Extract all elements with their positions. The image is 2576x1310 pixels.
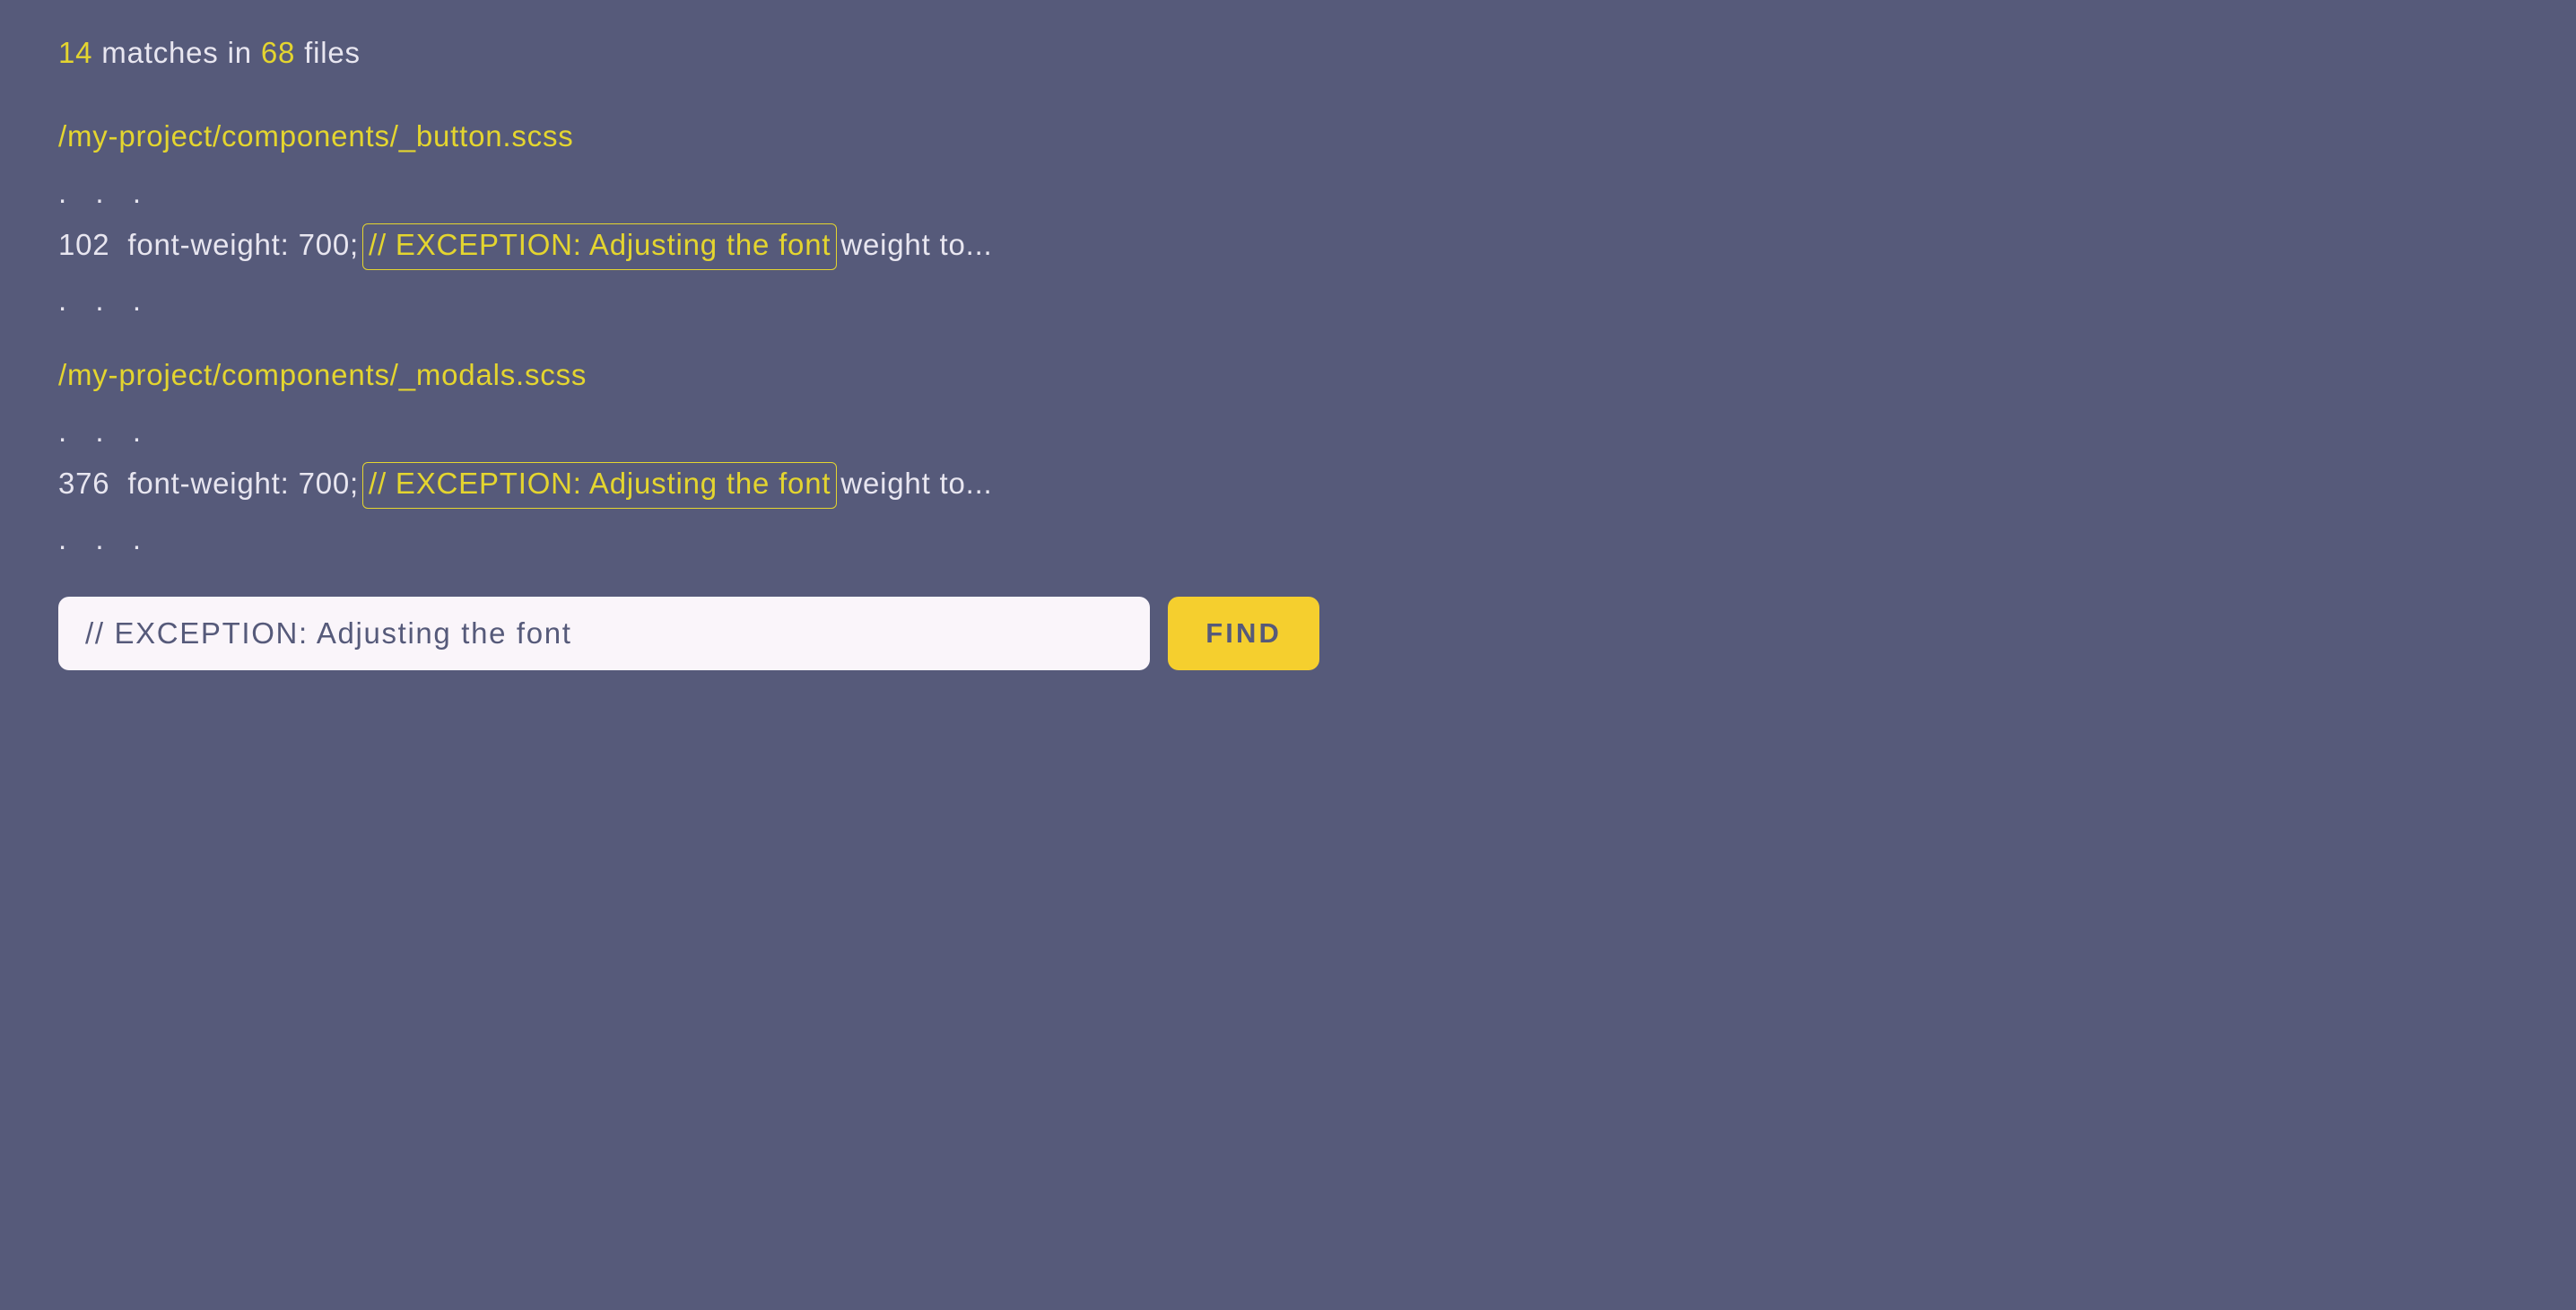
match-highlight: // EXCEPTION: Adjusting the font: [362, 462, 837, 509]
ellipsis: . . .: [58, 176, 1319, 210]
result-block: /my-project/components/_modals.scss . . …: [58, 358, 1319, 556]
match-line[interactable]: 102 font-weight: 700;// EXCEPTION: Adjus…: [58, 223, 1319, 270]
result-block: /my-project/components/_button.scss . . …: [58, 119, 1319, 318]
code-after-match: weight to...: [840, 467, 992, 500]
ellipsis: . . .: [58, 522, 1319, 556]
file-count: 68: [261, 36, 295, 69]
code-before-match: font-weight: 700;: [127, 228, 359, 261]
search-input[interactable]: [58, 597, 1150, 670]
ellipsis: . . .: [58, 415, 1319, 449]
line-number: 376: [58, 467, 109, 500]
line-number: 102: [58, 228, 109, 261]
files-label: files: [295, 36, 361, 69]
code-before-match: font-weight: 700;: [127, 467, 359, 500]
match-highlight: // EXCEPTION: Adjusting the font: [362, 223, 837, 270]
ellipsis: . . .: [58, 284, 1319, 318]
file-path[interactable]: /my-project/components/_modals.scss: [58, 358, 1319, 392]
match-count: 14: [58, 36, 92, 69]
find-button[interactable]: FIND: [1168, 597, 1319, 670]
match-line[interactable]: 376 font-weight: 700;// EXCEPTION: Adjus…: [58, 462, 1319, 509]
matches-label: matches in: [92, 36, 261, 69]
file-path[interactable]: /my-project/components/_button.scss: [58, 119, 1319, 153]
code-after-match: weight to...: [840, 228, 992, 261]
results-summary: 14 matches in 68 files: [58, 36, 1319, 70]
search-bar: FIND: [58, 597, 1319, 670]
